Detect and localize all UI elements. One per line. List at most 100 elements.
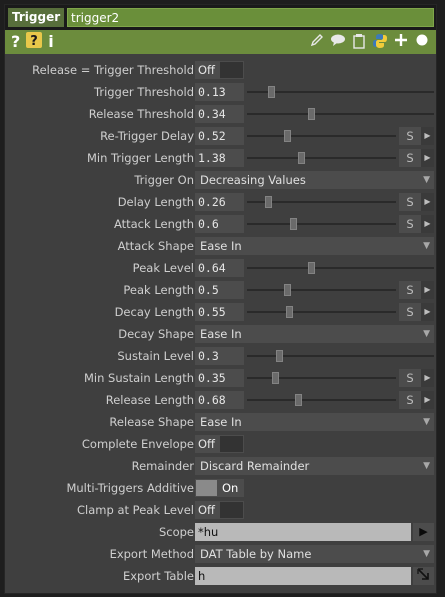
clipboard-icon[interactable] bbox=[351, 33, 367, 51]
value-field[interactable]: 0.3 bbox=[195, 347, 244, 365]
dropdown-value: Ease In bbox=[200, 327, 242, 341]
unit-menu-button[interactable]: S ▶ bbox=[399, 391, 434, 409]
param-multi-triggers-additive: Multi-Triggers Additive On bbox=[5, 477, 436, 499]
value-slider[interactable] bbox=[247, 152, 396, 164]
param-label: Release Length bbox=[105, 393, 194, 407]
param-delay-length: Delay Length 0.26 S ▶ bbox=[5, 191, 436, 213]
value-field[interactable]: 0.26 bbox=[195, 193, 244, 211]
value-slider[interactable] bbox=[247, 372, 396, 384]
param-label: Attack Shape bbox=[117, 239, 194, 253]
chevron-down-icon: ▼ bbox=[423, 241, 430, 251]
chevron-right-icon: ▶ bbox=[421, 369, 434, 387]
value-field[interactable]: 0.34 bbox=[195, 105, 244, 123]
unit-menu-button[interactable]: S ▶ bbox=[399, 215, 434, 233]
param-trigger-threshold: Trigger Threshold 0.13 bbox=[5, 81, 436, 103]
chevron-down-icon: ▼ bbox=[423, 549, 430, 559]
param-peak-level: Peak Level 0.64 bbox=[5, 257, 436, 279]
value-field[interactable]: 1.38 bbox=[195, 149, 244, 167]
value-slider[interactable] bbox=[247, 130, 396, 142]
help-icon[interactable]: ? bbox=[11, 32, 20, 52]
toggle-button[interactable]: Off bbox=[195, 61, 244, 79]
param-sustain-level: Sustain Level 0.3 bbox=[5, 345, 436, 367]
slider-knob[interactable] bbox=[284, 284, 292, 296]
operator-name-field[interactable]: trigger2 bbox=[67, 8, 434, 27]
value-field[interactable]: 0.55 bbox=[195, 303, 244, 321]
python-icon[interactable] bbox=[372, 33, 388, 51]
dropdown-menu[interactable]: Ease In ▼ bbox=[195, 413, 434, 431]
toggle-button[interactable]: On bbox=[195, 479, 244, 497]
value-slider[interactable] bbox=[247, 108, 434, 120]
drag-reference-button[interactable] bbox=[413, 567, 434, 585]
value-slider[interactable] bbox=[247, 350, 434, 362]
unit-menu-button[interactable]: S ▶ bbox=[399, 303, 434, 321]
slider-knob[interactable] bbox=[275, 350, 283, 362]
param-label: Remainder bbox=[131, 459, 194, 473]
value-field[interactable]: 0.5 bbox=[195, 281, 244, 299]
param-export-table: Export Table h bbox=[5, 565, 436, 587]
slider-knob[interactable] bbox=[297, 152, 305, 164]
chevron-right-icon: ▶ bbox=[421, 193, 434, 211]
dropdown-menu[interactable]: Decreasing Values ▼ bbox=[195, 171, 434, 189]
value-slider[interactable] bbox=[247, 306, 396, 318]
unit-menu-button[interactable]: S ▶ bbox=[399, 127, 434, 145]
dropdown-value: Discard Remainder bbox=[200, 459, 310, 473]
param-release-shape: Release Shape Ease In ▼ bbox=[5, 411, 436, 433]
value-field[interactable]: 0.35 bbox=[195, 369, 244, 387]
circle-icon[interactable] bbox=[414, 33, 430, 51]
slider-knob[interactable] bbox=[264, 196, 272, 208]
param-complete-envelope: Complete Envelope Off bbox=[5, 433, 436, 455]
value-field[interactable]: 0.13 bbox=[195, 83, 244, 101]
dropdown-menu[interactable]: Ease In ▼ bbox=[195, 237, 434, 255]
python-help-icon[interactable]: ? bbox=[26, 31, 43, 54]
param-attack-shape: Attack Shape Ease In ▼ bbox=[5, 235, 436, 257]
dropdown-value: DAT Table by Name bbox=[200, 547, 312, 561]
toggle-button[interactable]: Off bbox=[195, 501, 244, 519]
unit-menu-button[interactable]: S ▶ bbox=[399, 281, 434, 299]
slider-knob[interactable] bbox=[285, 306, 293, 318]
value-field[interactable]: 0.6 bbox=[195, 215, 244, 233]
slider-knob[interactable] bbox=[294, 394, 302, 406]
dropdown-menu[interactable]: Discard Remainder ▼ bbox=[195, 457, 434, 475]
param-label: Min Trigger Length bbox=[86, 151, 194, 165]
dropdown-menu[interactable]: DAT Table by Name ▼ bbox=[195, 545, 434, 563]
info-icon[interactable]: i bbox=[48, 32, 53, 52]
unit-label: S bbox=[406, 151, 414, 165]
param-remainder: Remainder Discard Remainder ▼ bbox=[5, 455, 436, 477]
slider-knob[interactable] bbox=[272, 372, 280, 384]
value-slider[interactable] bbox=[247, 262, 434, 274]
value-slider[interactable] bbox=[247, 86, 434, 98]
unit-label: S bbox=[406, 283, 414, 297]
scope-input[interactable]: *hu bbox=[195, 523, 411, 541]
toggle-switch bbox=[220, 436, 243, 452]
chevron-right-icon: ▶ bbox=[421, 303, 434, 321]
unit-menu-button[interactable]: S ▶ bbox=[399, 193, 434, 211]
value-slider[interactable] bbox=[247, 196, 396, 208]
slider-knob[interactable] bbox=[307, 262, 315, 274]
value-slider[interactable] bbox=[247, 218, 396, 230]
unit-label: S bbox=[406, 393, 414, 407]
slider-knob[interactable] bbox=[268, 86, 276, 98]
unit-label: S bbox=[406, 217, 414, 231]
slider-knob[interactable] bbox=[290, 218, 298, 230]
plus-icon[interactable] bbox=[393, 33, 409, 51]
export-table-input[interactable]: h bbox=[195, 567, 411, 585]
chevron-down-icon: ▼ bbox=[423, 461, 430, 471]
comment-icon[interactable] bbox=[330, 33, 346, 51]
dropdown-menu[interactable]: Ease In ▼ bbox=[195, 325, 434, 343]
value-field[interactable]: 0.68 bbox=[195, 391, 244, 409]
slider-knob[interactable] bbox=[307, 108, 315, 120]
toggle-button[interactable]: Off bbox=[195, 435, 244, 453]
value-slider[interactable] bbox=[247, 284, 396, 296]
unit-menu-button[interactable]: S ▶ bbox=[399, 149, 434, 167]
value-field[interactable]: 0.64 bbox=[195, 259, 244, 277]
scope-menu-button[interactable]: ▶ bbox=[413, 523, 434, 541]
param-label: Re-Trigger Delay bbox=[100, 129, 194, 143]
dropdown-value: Ease In bbox=[200, 415, 242, 429]
parameter-panel: Trigger trigger2 ? ? i Release = Trigger… bbox=[4, 4, 437, 594]
pencil-icon[interactable] bbox=[309, 33, 325, 51]
param-clamp-at-peak-level: Clamp at Peak Level Off bbox=[5, 499, 436, 521]
value-field[interactable]: 0.52 bbox=[195, 127, 244, 145]
slider-knob[interactable] bbox=[284, 130, 292, 142]
unit-menu-button[interactable]: S ▶ bbox=[399, 369, 434, 387]
value-slider[interactable] bbox=[247, 394, 396, 406]
